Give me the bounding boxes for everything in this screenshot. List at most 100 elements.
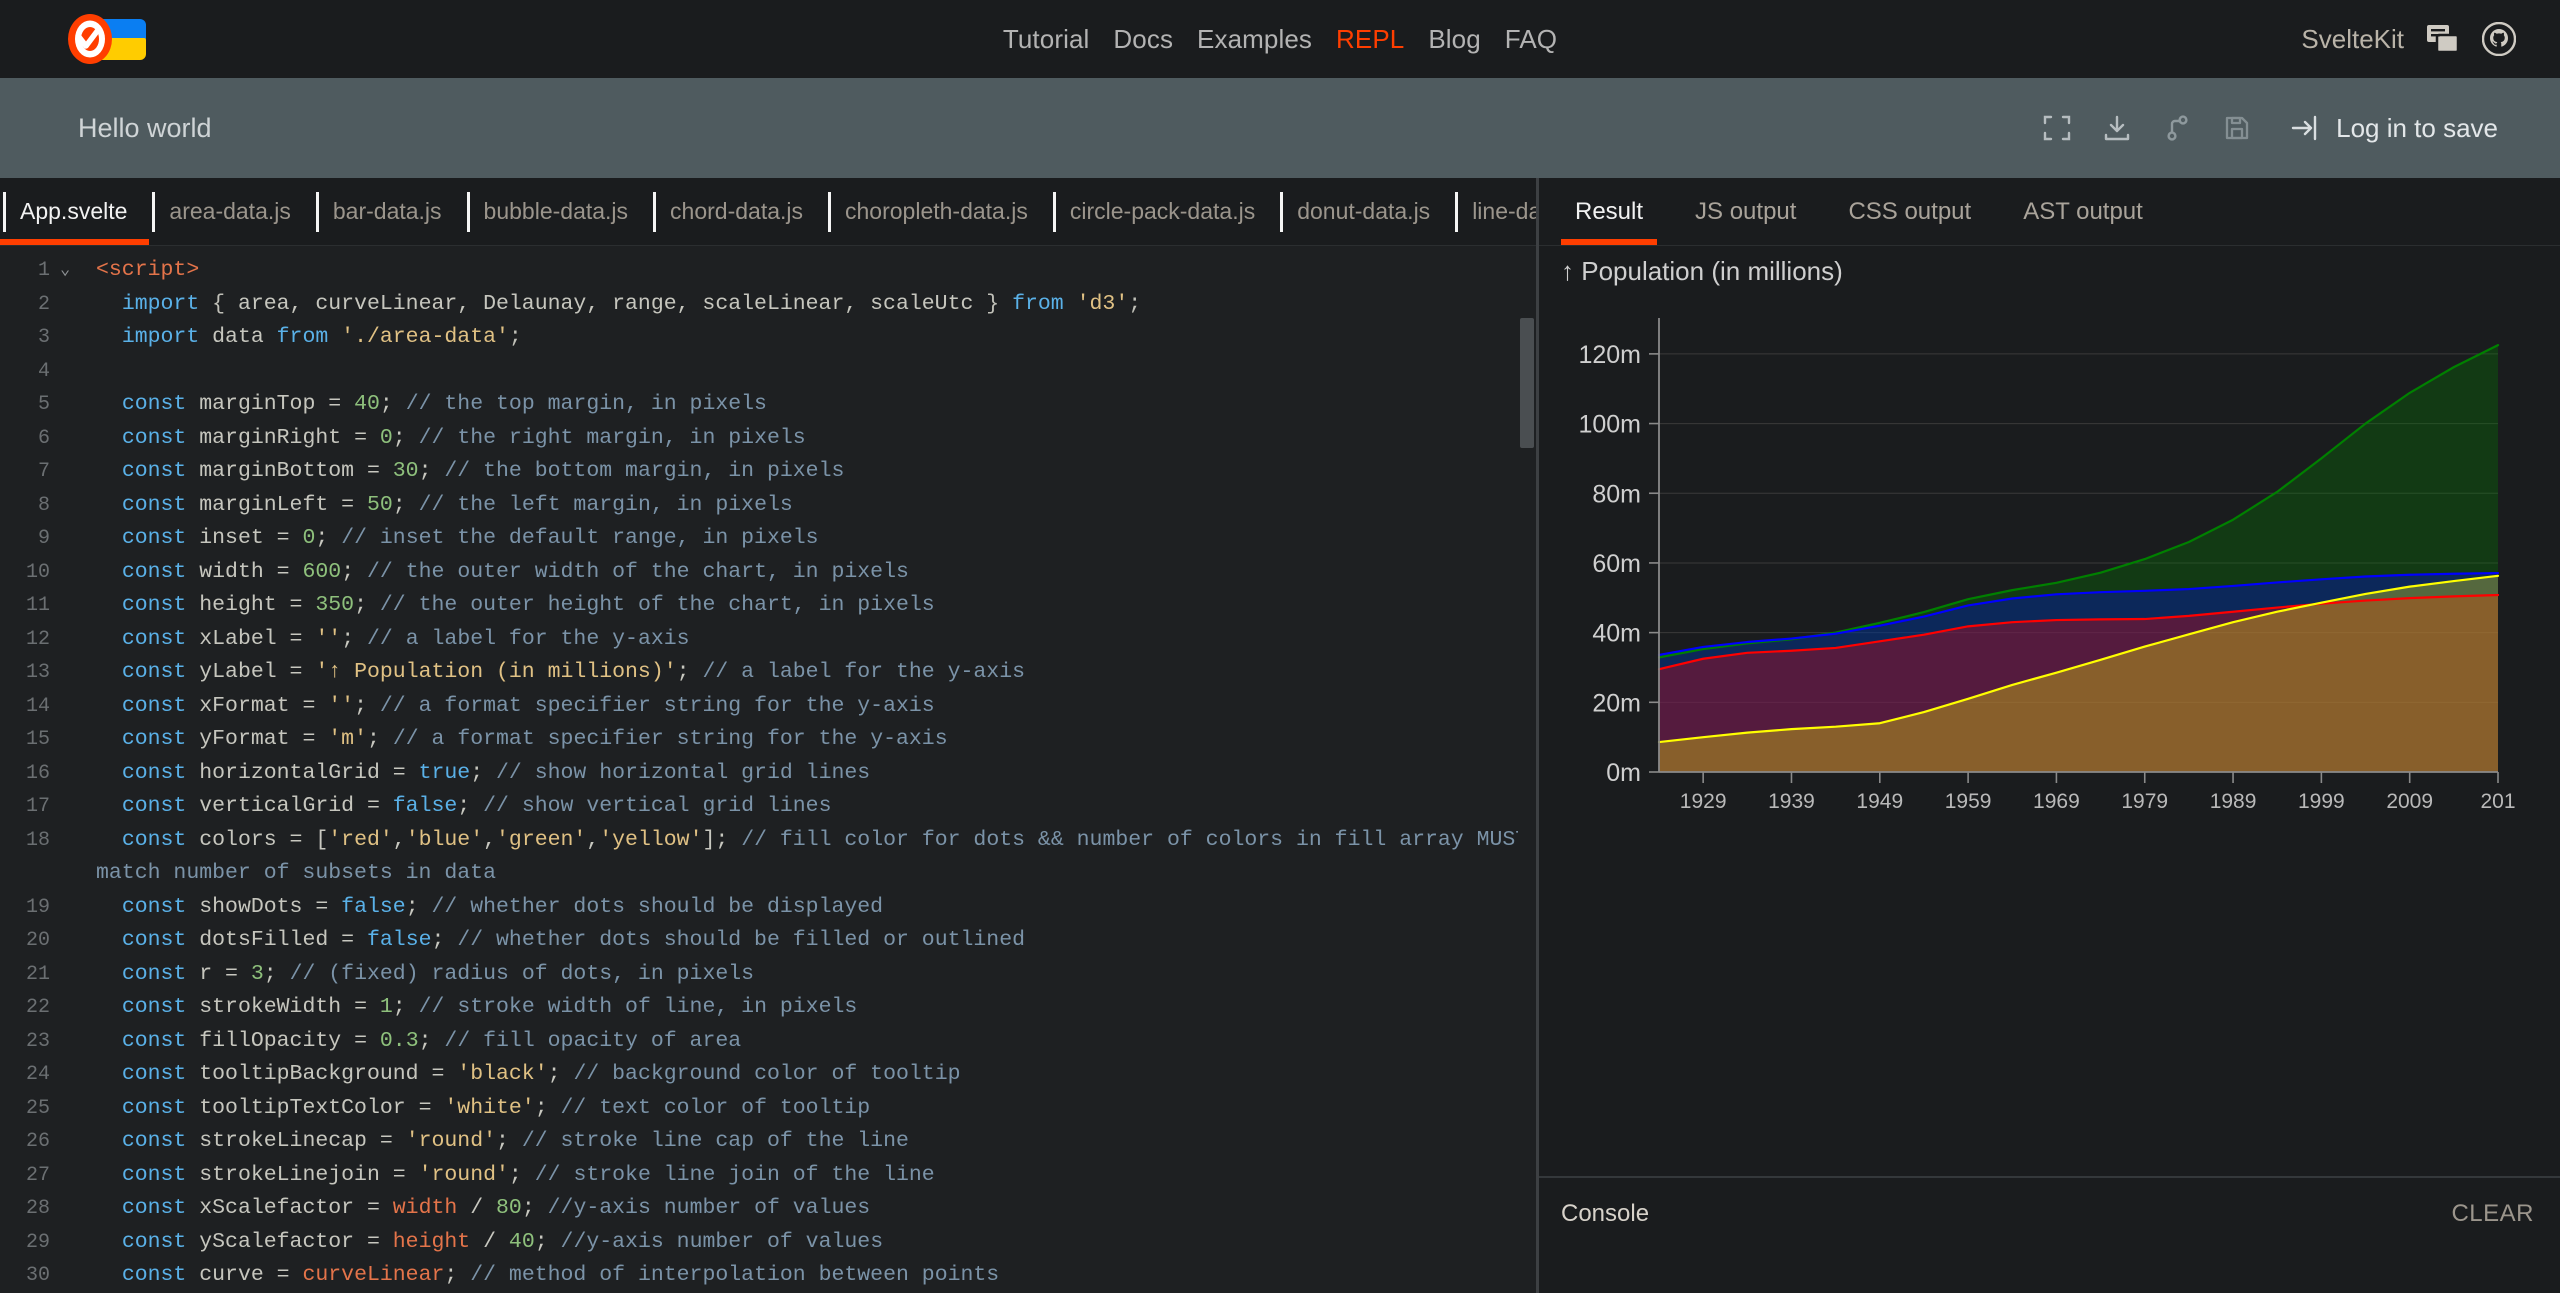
y-axis-tick-label: 80m: [1592, 480, 1641, 508]
code-text: const curve = curveLinear; // method of …: [76, 1259, 1536, 1293]
save-icon[interactable]: [2222, 113, 2252, 143]
x-axis-tick-label: 1929: [1680, 790, 1727, 813]
y-axis-tick-label: 40m: [1592, 620, 1641, 648]
code-text: const strokeLinecap = 'round'; // stroke…: [76, 1125, 1536, 1159]
line-number: 8: [0, 489, 58, 523]
nav-link-docs[interactable]: Docs: [1101, 24, 1185, 55]
code-line: 12 const xLabel = ''; // a label for the…: [0, 623, 1536, 657]
repl-title: Hello world: [78, 113, 212, 144]
y-axis-label: ↑ Population (in millions): [1561, 256, 1843, 286]
code-text: const yScalefactor = height / 40; //y-ax…: [76, 1226, 1536, 1260]
code-line: 14 const xFormat = ''; // a format speci…: [0, 690, 1536, 724]
code-line: 28 const xScalefactor = width / 80; //y-…: [0, 1192, 1536, 1226]
fold-toggle-icon[interactable]: ⌄: [58, 254, 76, 288]
login-to-save-label: Log in to save: [2336, 113, 2498, 144]
code-text: const marginRight = 0; // the right marg…: [76, 422, 1536, 456]
file-tab-label: line-data.js: [1472, 198, 1536, 225]
fullscreen-icon[interactable]: [2042, 113, 2072, 143]
line-number: 16: [0, 757, 58, 791]
code-text: const height = 350; // the outer height …: [76, 589, 1536, 623]
file-tab-label: bubble-data.js: [484, 198, 629, 225]
line-number: 24: [0, 1058, 58, 1092]
line-number: 12: [0, 623, 58, 657]
code-text: const xScalefactor = width / 80; //y-axi…: [76, 1192, 1536, 1226]
nav-link-examples[interactable]: Examples: [1185, 24, 1324, 55]
code-line: 19 const showDots = false; // whether do…: [0, 891, 1536, 925]
code-line: 24 const tooltipBackground = 'black'; //…: [0, 1058, 1536, 1092]
code-text: <script>: [76, 254, 1536, 288]
x-axis-tick-label: 1949: [1856, 790, 1903, 813]
login-to-save-button[interactable]: Log in to save: [2290, 113, 2498, 144]
file-tab-donut-data[interactable]: donut-data.js: [1277, 178, 1452, 245]
y-axis-tick-label: 0m: [1606, 759, 1641, 787]
tab-ast-output[interactable]: AST output: [1997, 178, 2169, 245]
file-tab-bar-data[interactable]: bar-data.js: [313, 178, 464, 245]
code-line: 3 import data from './area-data';: [0, 321, 1536, 355]
code-line: 2 import { area, curveLinear, Delaunay, …: [0, 288, 1536, 322]
file-tab-chord-data[interactable]: chord-data.js: [650, 178, 825, 245]
line-number: 21: [0, 958, 58, 992]
file-tab-circle-pack-data[interactable]: circle-pack-data.js: [1050, 178, 1277, 245]
nav-link-blog[interactable]: Blog: [1416, 24, 1492, 55]
code-line: 30 const curve = curveLinear; // method …: [0, 1259, 1536, 1293]
file-tab-label: chord-data.js: [670, 198, 803, 225]
chat-bubble-icon[interactable]: [2426, 24, 2460, 54]
file-tabstrip: App.svelte area-data.js bar-data.js bubb…: [0, 178, 1536, 246]
sveltekit-link[interactable]: SvelteKit: [2301, 24, 2404, 55]
y-axis-tick-label: 120m: [1578, 341, 1641, 369]
tab-result[interactable]: Result: [1549, 178, 1669, 245]
download-icon[interactable]: [2102, 113, 2132, 143]
output-tab-label: JS output: [1695, 198, 1796, 226]
tab-css-output[interactable]: CSS output: [1822, 178, 1997, 245]
line-number: 4: [0, 355, 58, 389]
output-pane: Result JS output CSS output AST output ↑…: [1539, 178, 2560, 1293]
file-tab-choropleth-data[interactable]: choropleth-data.js: [825, 178, 1050, 245]
nav-link-repl[interactable]: REPL: [1324, 24, 1416, 55]
code-line: 25 const tooltipTextColor = 'white'; // …: [0, 1092, 1536, 1126]
nav-link-tutorial[interactable]: Tutorial: [991, 24, 1102, 55]
toolbar-actions: Log in to save: [2042, 78, 2498, 178]
code-text: const xFormat = ''; // a format specifie…: [76, 690, 1536, 724]
output-tab-label: Result: [1575, 198, 1643, 226]
line-number: 2: [0, 288, 58, 322]
x-axis-tick-label: 1979: [2121, 790, 2168, 813]
code-text: const xLabel = ''; // a label for the y-…: [76, 623, 1536, 657]
line-number: 26: [0, 1125, 58, 1159]
code-text: import data from './area-data';: [76, 321, 1536, 355]
code-editor[interactable]: 1⌄<script>2 import { area, curveLinear, …: [0, 246, 1536, 1293]
line-number: 1: [0, 254, 58, 288]
code-line: 11 const height = 350; // the outer heig…: [0, 589, 1536, 623]
github-icon[interactable]: [2482, 22, 2516, 56]
fork-icon[interactable]: [2162, 113, 2192, 143]
x-axis-tick-label: 201: [2480, 790, 2515, 813]
y-axis-tick-label: 100m: [1578, 411, 1641, 439]
console-label: Console: [1561, 1200, 1649, 1228]
file-tab-app-svelte[interactable]: App.svelte: [0, 178, 149, 245]
file-tab-area-data[interactable]: area-data.js: [149, 178, 312, 245]
x-axis-tick-label: 1999: [2298, 790, 2345, 813]
editor-scrollbar-thumb[interactable]: [1520, 318, 1534, 448]
code-text: const marginTop = 40; // the top margin,…: [76, 388, 1536, 422]
file-tab-line-data[interactable]: line-data.js: [1452, 178, 1536, 245]
code-line: 1⌄<script>: [0, 254, 1536, 288]
main-nav-links: Tutorial Docs Examples REPL Blog FAQ: [0, 0, 2560, 78]
code-text: const colors = ['red','blue','green','ye…: [76, 824, 1536, 891]
repl-panes: App.svelte area-data.js bar-data.js bubb…: [0, 178, 2560, 1293]
file-tab-bubble-data[interactable]: bubble-data.js: [464, 178, 651, 245]
repl-page: Tutorial Docs Examples REPL Blog FAQ Sve…: [0, 0, 2560, 1293]
code-text: const dotsFilled = false; // whether dot…: [76, 924, 1536, 958]
nav-link-faq[interactable]: FAQ: [1493, 24, 1569, 55]
editor-scrollbar-track[interactable]: [1518, 246, 1536, 1293]
code-line: 27 const strokeLinejoin = 'round'; // st…: [0, 1159, 1536, 1193]
code-line: 6 const marginRight = 0; // the right ma…: [0, 422, 1536, 456]
x-axis-tick-label: 1939: [1768, 790, 1815, 813]
output-tab-label: AST output: [2023, 198, 2143, 226]
code-text: import { area, curveLinear, Delaunay, ra…: [76, 288, 1536, 322]
repl-toolbar: Hello world: [0, 78, 2560, 178]
output-tabstrip: Result JS output CSS output AST output: [1539, 178, 2560, 246]
output-tab-label: CSS output: [1848, 198, 1971, 226]
tab-js-output[interactable]: JS output: [1669, 178, 1822, 245]
code-text: const marginLeft = 50; // the left margi…: [76, 489, 1536, 523]
console-clear-button[interactable]: CLEAR: [2451, 1200, 2534, 1228]
code-lines: 1⌄<script>2 import { area, curveLinear, …: [0, 246, 1536, 1293]
